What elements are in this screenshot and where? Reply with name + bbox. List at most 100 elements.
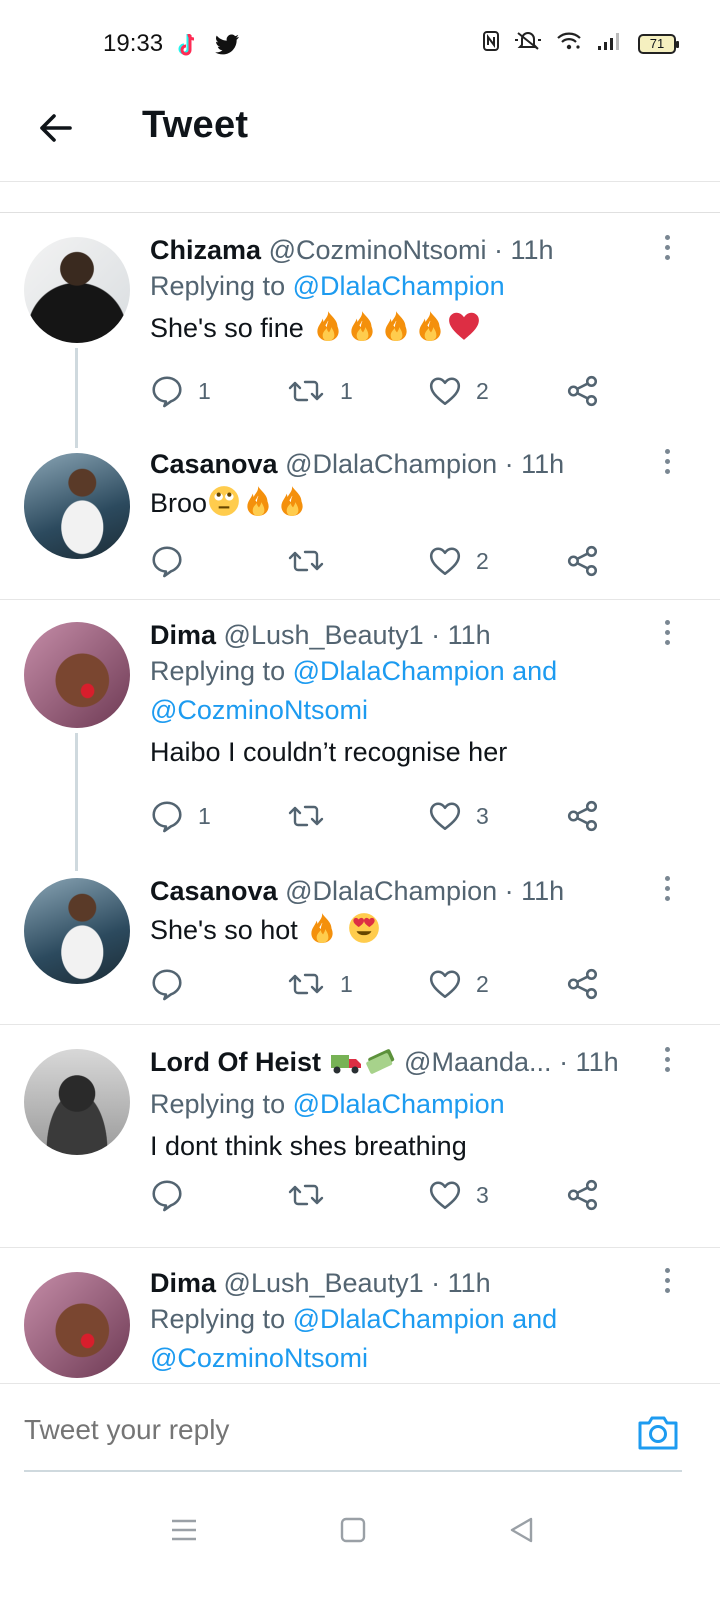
reply-icon: [150, 374, 184, 408]
mute-icon: [514, 30, 542, 57]
share-button[interactable]: [566, 1175, 600, 1215]
avatar[interactable]: [24, 1272, 130, 1378]
replying-to: Replying to @DlalaChampion and @CozminoN…: [150, 1300, 660, 1378]
like-button[interactable]: 2: [428, 541, 489, 581]
tweet-header: Dima @Lush_Beauty1 · 11h: [150, 618, 660, 652]
like-button[interactable]: 3: [428, 796, 489, 836]
fire-emoji: [413, 309, 447, 354]
mention-link[interactable]: @DlalaChampion and: [293, 1304, 558, 1334]
like-icon: [428, 1178, 462, 1212]
retweet-button[interactable]: [286, 1175, 340, 1215]
nfc-icon: [482, 30, 500, 57]
back-arrow-icon[interactable]: [36, 108, 76, 148]
heart-emoji: [447, 309, 481, 354]
user-name[interactable]: Chizama: [150, 235, 261, 265]
battery-icon: 71: [638, 33, 679, 54]
tweet-header: Dima @Lush_Beauty1 · 11h: [150, 1266, 660, 1300]
replying-to: Replying to @DlalaChampion: [150, 267, 660, 306]
tweet-actions: 1 2: [150, 964, 610, 1004]
user-handle[interactable]: @CozminoNtsomi: [269, 235, 487, 265]
tweet-text-content: She's so fine: [150, 313, 312, 343]
like-button[interactable]: 3: [428, 1175, 489, 1215]
reply-button[interactable]: [150, 1175, 198, 1215]
tweet-header: Casanova @DlalaChampion · 11h: [150, 447, 660, 481]
user-handle[interactable]: @DlalaChampion: [285, 876, 497, 906]
tweet[interactable]: Lord Of Heist @Maanda... · 11h Replying …: [0, 1025, 720, 1247]
like-button[interactable]: 2: [428, 964, 489, 1004]
like-count: 3: [476, 802, 489, 829]
tweet-content: Lord Of Heist @Maanda... · 11h Replying …: [150, 1045, 660, 1166]
avatar[interactable]: [24, 237, 130, 343]
replying-prefix: Replying to: [150, 656, 286, 686]
avatar[interactable]: [24, 453, 130, 559]
like-icon: [428, 544, 462, 578]
user-name[interactable]: Lord Of Heist: [150, 1047, 321, 1077]
mention-link[interactable]: @DlalaChampion: [293, 1089, 505, 1119]
mention-link[interactable]: @CozminoNtsomi: [150, 1343, 368, 1373]
tweet-text: She's so hot: [150, 910, 660, 956]
tweet-actions: 2: [150, 541, 610, 581]
more-icon[interactable]: [662, 1268, 672, 1298]
mention-link[interactable]: @DlalaChampion and: [293, 656, 558, 686]
avatar[interactable]: [24, 622, 130, 728]
retweet-button[interactable]: 1: [286, 371, 353, 411]
tweet[interactable]: Dima @Lush_Beauty1 · 11h Replying to @Dl…: [0, 600, 720, 871]
replying-prefix: Replying to: [150, 1304, 286, 1334]
user-name[interactable]: Dima: [150, 1268, 216, 1298]
user-handle[interactable]: @Lush_Beauty1: [224, 1268, 424, 1298]
previous-tweet-partial: [0, 183, 720, 213]
reply-button[interactable]: [150, 541, 198, 581]
more-icon[interactable]: [662, 1047, 672, 1077]
more-icon[interactable]: [662, 449, 672, 479]
tweet-time: · 11h: [494, 235, 554, 265]
replying-prefix: Replying to: [150, 271, 286, 301]
mention-link[interactable]: @DlalaChampion: [293, 271, 505, 301]
more-icon[interactable]: [662, 235, 672, 265]
status-bar: 19:33 71: [0, 0, 720, 90]
tweet-text: Haibo I couldn’t recognise her: [150, 737, 508, 767]
back-triangle-icon[interactable]: [502, 1510, 542, 1550]
user-name[interactable]: Casanova: [150, 449, 278, 479]
mention-link[interactable]: @CozminoNtsomi: [150, 695, 368, 725]
tweet[interactable]: Chizama @CozminoNtsomi · 11h Replying to…: [0, 213, 720, 448]
retweet-button[interactable]: [286, 796, 340, 836]
user-handle[interactable]: @Lush_Beauty1: [224, 620, 424, 650]
home-square-icon[interactable]: [333, 1510, 373, 1550]
tweet[interactable]: Dima @Lush_Beauty1 · 11h Replying to @Dl…: [0, 1248, 720, 1383]
retweet-button[interactable]: 1: [286, 964, 353, 1004]
reply-input[interactable]: [24, 1414, 624, 1446]
reply-icon: [150, 967, 184, 1001]
tweet-content: Casanova @DlalaChampion · 11h Broo: [150, 447, 660, 529]
reply-button[interactable]: 1: [150, 371, 211, 411]
share-button[interactable]: [566, 796, 600, 836]
share-button[interactable]: [566, 964, 600, 1004]
replies-feed[interactable]: Chizama @CozminoNtsomi · 11h Replying to…: [0, 183, 720, 1383]
fire-emoji: [379, 309, 413, 354]
user-handle[interactable]: @Maanda...: [404, 1047, 552, 1077]
tweet[interactable]: Casanova @DlalaChampion · 11h Broo 2: [0, 433, 720, 599]
like-button[interactable]: 2: [428, 371, 489, 411]
user-name[interactable]: Casanova: [150, 876, 278, 906]
share-button[interactable]: [566, 371, 600, 411]
tiktok-icon: [176, 32, 200, 63]
more-icon[interactable]: [662, 876, 672, 906]
user-name[interactable]: Dima: [150, 620, 216, 650]
reply-button[interactable]: [150, 964, 198, 1004]
reply-count: 1: [198, 802, 211, 829]
retweet-button[interactable]: [286, 541, 340, 581]
avatar[interactable]: [24, 1049, 130, 1155]
tweet-text-content: She's so hot: [150, 915, 306, 945]
more-icon[interactable]: [662, 620, 672, 650]
reply-button[interactable]: 1: [150, 796, 211, 836]
share-button[interactable]: [566, 541, 600, 581]
tweet[interactable]: Casanova @DlalaChampion · 11h She's so h…: [0, 856, 720, 1024]
user-handle[interactable]: @DlalaChampion: [285, 449, 497, 479]
avatar[interactable]: [24, 878, 130, 984]
reply-icon: [150, 799, 184, 833]
share-icon: [566, 544, 600, 578]
system-icons: 71: [482, 30, 679, 57]
retweet-icon: [286, 799, 326, 833]
camera-icon[interactable]: [636, 1412, 680, 1452]
menu-icon[interactable]: [164, 1510, 204, 1550]
like-count: 2: [476, 377, 489, 404]
